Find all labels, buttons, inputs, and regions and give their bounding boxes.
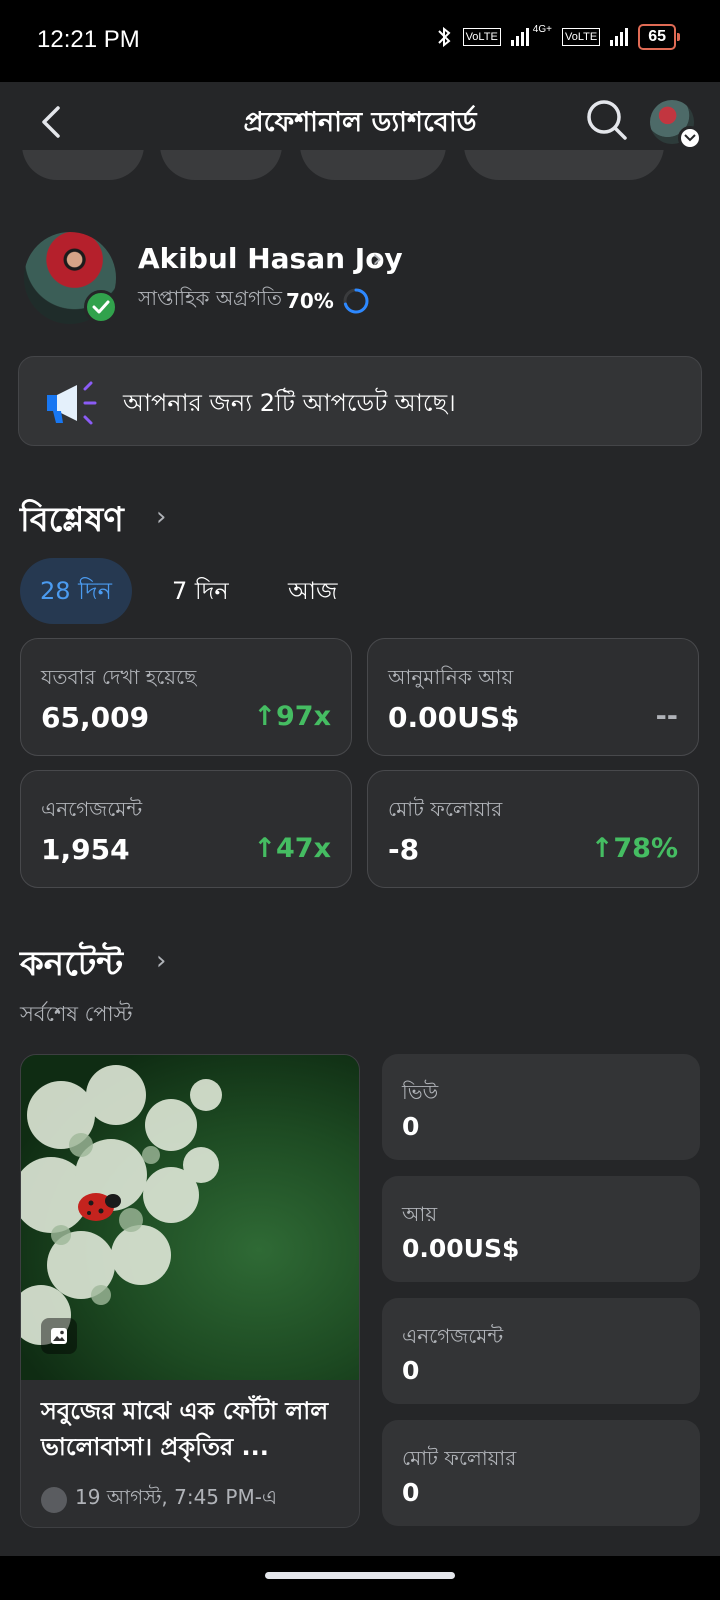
metric-earnings[interactable]: আয় 0.00US$ (382, 1176, 700, 1282)
analytics-title[interactable]: বিশ্লেষণ (20, 494, 124, 551)
stat-label: মোট ফলোয়ার (388, 797, 503, 821)
metric-label: এনগেজমেন্ট (402, 1324, 504, 1348)
stat-value: 0.00US$ (388, 701, 520, 734)
weekly-progress: সাপ্তাহিক অগ্রগতি 70% (138, 284, 370, 317)
sim1-label: VoLTE (462, 28, 501, 46)
metric-label: মোট ফলোয়ার (402, 1446, 517, 1470)
post-caption: সবুজের মাঝে এক ফোঁটা লাল ভালোবাসা। প্রকৃ… (41, 1397, 329, 1461)
metric-label: ভিউ (402, 1080, 439, 1104)
metric-value: 0 (402, 1112, 420, 1141)
metric-followers[interactable]: মোট ফলোয়ার 0 (382, 1420, 700, 1526)
stat-value: 65,009 (41, 701, 150, 734)
stat-change: ↑97x (253, 701, 331, 732)
status-time: 12:21 PM (37, 26, 140, 53)
stat-label: আনুমানিক আয় (388, 665, 514, 689)
updates-notice[interactable]: আপনার জন্য 2টি আপডেট আছে। (18, 356, 702, 446)
tab-28-days[interactable]: 28 দিন (20, 558, 132, 624)
megaphone-icon (47, 381, 97, 425)
search-icon[interactable] (585, 98, 629, 142)
content-title[interactable]: কনটেন্ট (20, 938, 123, 995)
stat-card-followers[interactable]: মোট ফলোয়ার -8 ↑78% (367, 770, 699, 888)
shortcut-chip[interactable] (464, 150, 664, 180)
progress-ring-icon (343, 288, 369, 313)
globe-icon (41, 1486, 67, 1513)
photo-icon (41, 1318, 77, 1354)
account-avatar[interactable] (650, 100, 702, 150)
notice-text: আপনার জন্য 2টি আপডেট আছে। (123, 389, 456, 417)
bluetooth-icon (437, 26, 451, 48)
shortcut-chip[interactable] (300, 150, 446, 180)
metric-value: 0 (402, 1356, 420, 1385)
stat-label: যতবার দেখা হয়েছে (41, 665, 197, 689)
metric-engagement[interactable]: এনগেজমেন্ট 0 (382, 1298, 700, 1404)
metric-views[interactable]: ভিউ 0 (382, 1054, 700, 1160)
stat-change: ↑47x (253, 833, 331, 864)
progress-label: সাপ্তাহিক অগ্রগতি (138, 286, 282, 310)
network-type: 4G+ (532, 24, 552, 35)
stat-change: -- (655, 701, 678, 732)
progress-value: 70% (285, 288, 334, 313)
shortcut-chip[interactable] (160, 150, 282, 180)
stat-card-earnings[interactable]: আনুমানিক আয় 0.00US$ -- (367, 638, 699, 756)
profile-name[interactable]: Akibul Hasan Joy (138, 242, 403, 275)
stat-value: 1,954 (41, 833, 130, 866)
post-date: 19 আগস্ট, 7:45 PM-এ (41, 1483, 277, 1516)
status-bar: 12:21 PM VoLTE 4G+ VoLTE 65 (0, 0, 720, 82)
navigation-bar (0, 1556, 720, 1600)
chevron-down-icon (678, 126, 702, 150)
metric-value: 0.00US$ (402, 1234, 520, 1263)
shortcut-chip[interactable] (22, 150, 144, 180)
stat-change: ↑78% (590, 833, 678, 864)
stat-card-engagement[interactable]: এনগেজমেন্ট 1,954 ↑47x (20, 770, 352, 888)
battery-indicator: 65 (638, 24, 680, 50)
chevron-right-icon[interactable]: › (372, 244, 382, 274)
latest-post-card[interactable]: সবুজের মাঝে এক ফোঁটা লাল ভালোবাসা। প্রকৃ… (20, 1054, 360, 1528)
stat-label: এনগেজমেন্ট (41, 797, 143, 821)
chevron-right-icon[interactable]: › (156, 946, 166, 976)
chevron-right-icon[interactable]: › (156, 502, 166, 532)
signal-2-icon (610, 28, 629, 46)
metric-label: আয় (402, 1202, 438, 1226)
sim2-label: VoLTE (561, 28, 601, 46)
status-icons: VoLTE 4G+ VoLTE 65 (435, 24, 680, 50)
metric-value: 0 (402, 1478, 420, 1507)
verified-check-icon (84, 290, 118, 324)
stat-card-views[interactable]: যতবার দেখা হয়েছে 65,009 ↑97x (20, 638, 352, 756)
tab-7-days[interactable]: 7 দিন (152, 558, 249, 624)
latest-post-label: সর্বশেষ পোস্ট (20, 1002, 133, 1026)
shortcut-chips (0, 150, 720, 180)
post-thumbnail[interactable] (21, 1055, 359, 1380)
stat-value: -8 (388, 833, 420, 866)
tab-today[interactable]: আজ (268, 558, 357, 624)
signal-1-icon (510, 28, 529, 46)
home-indicator[interactable] (265, 1572, 455, 1579)
post-date-text: 19 আগস্ট, 7:45 PM-এ (75, 1485, 278, 1509)
